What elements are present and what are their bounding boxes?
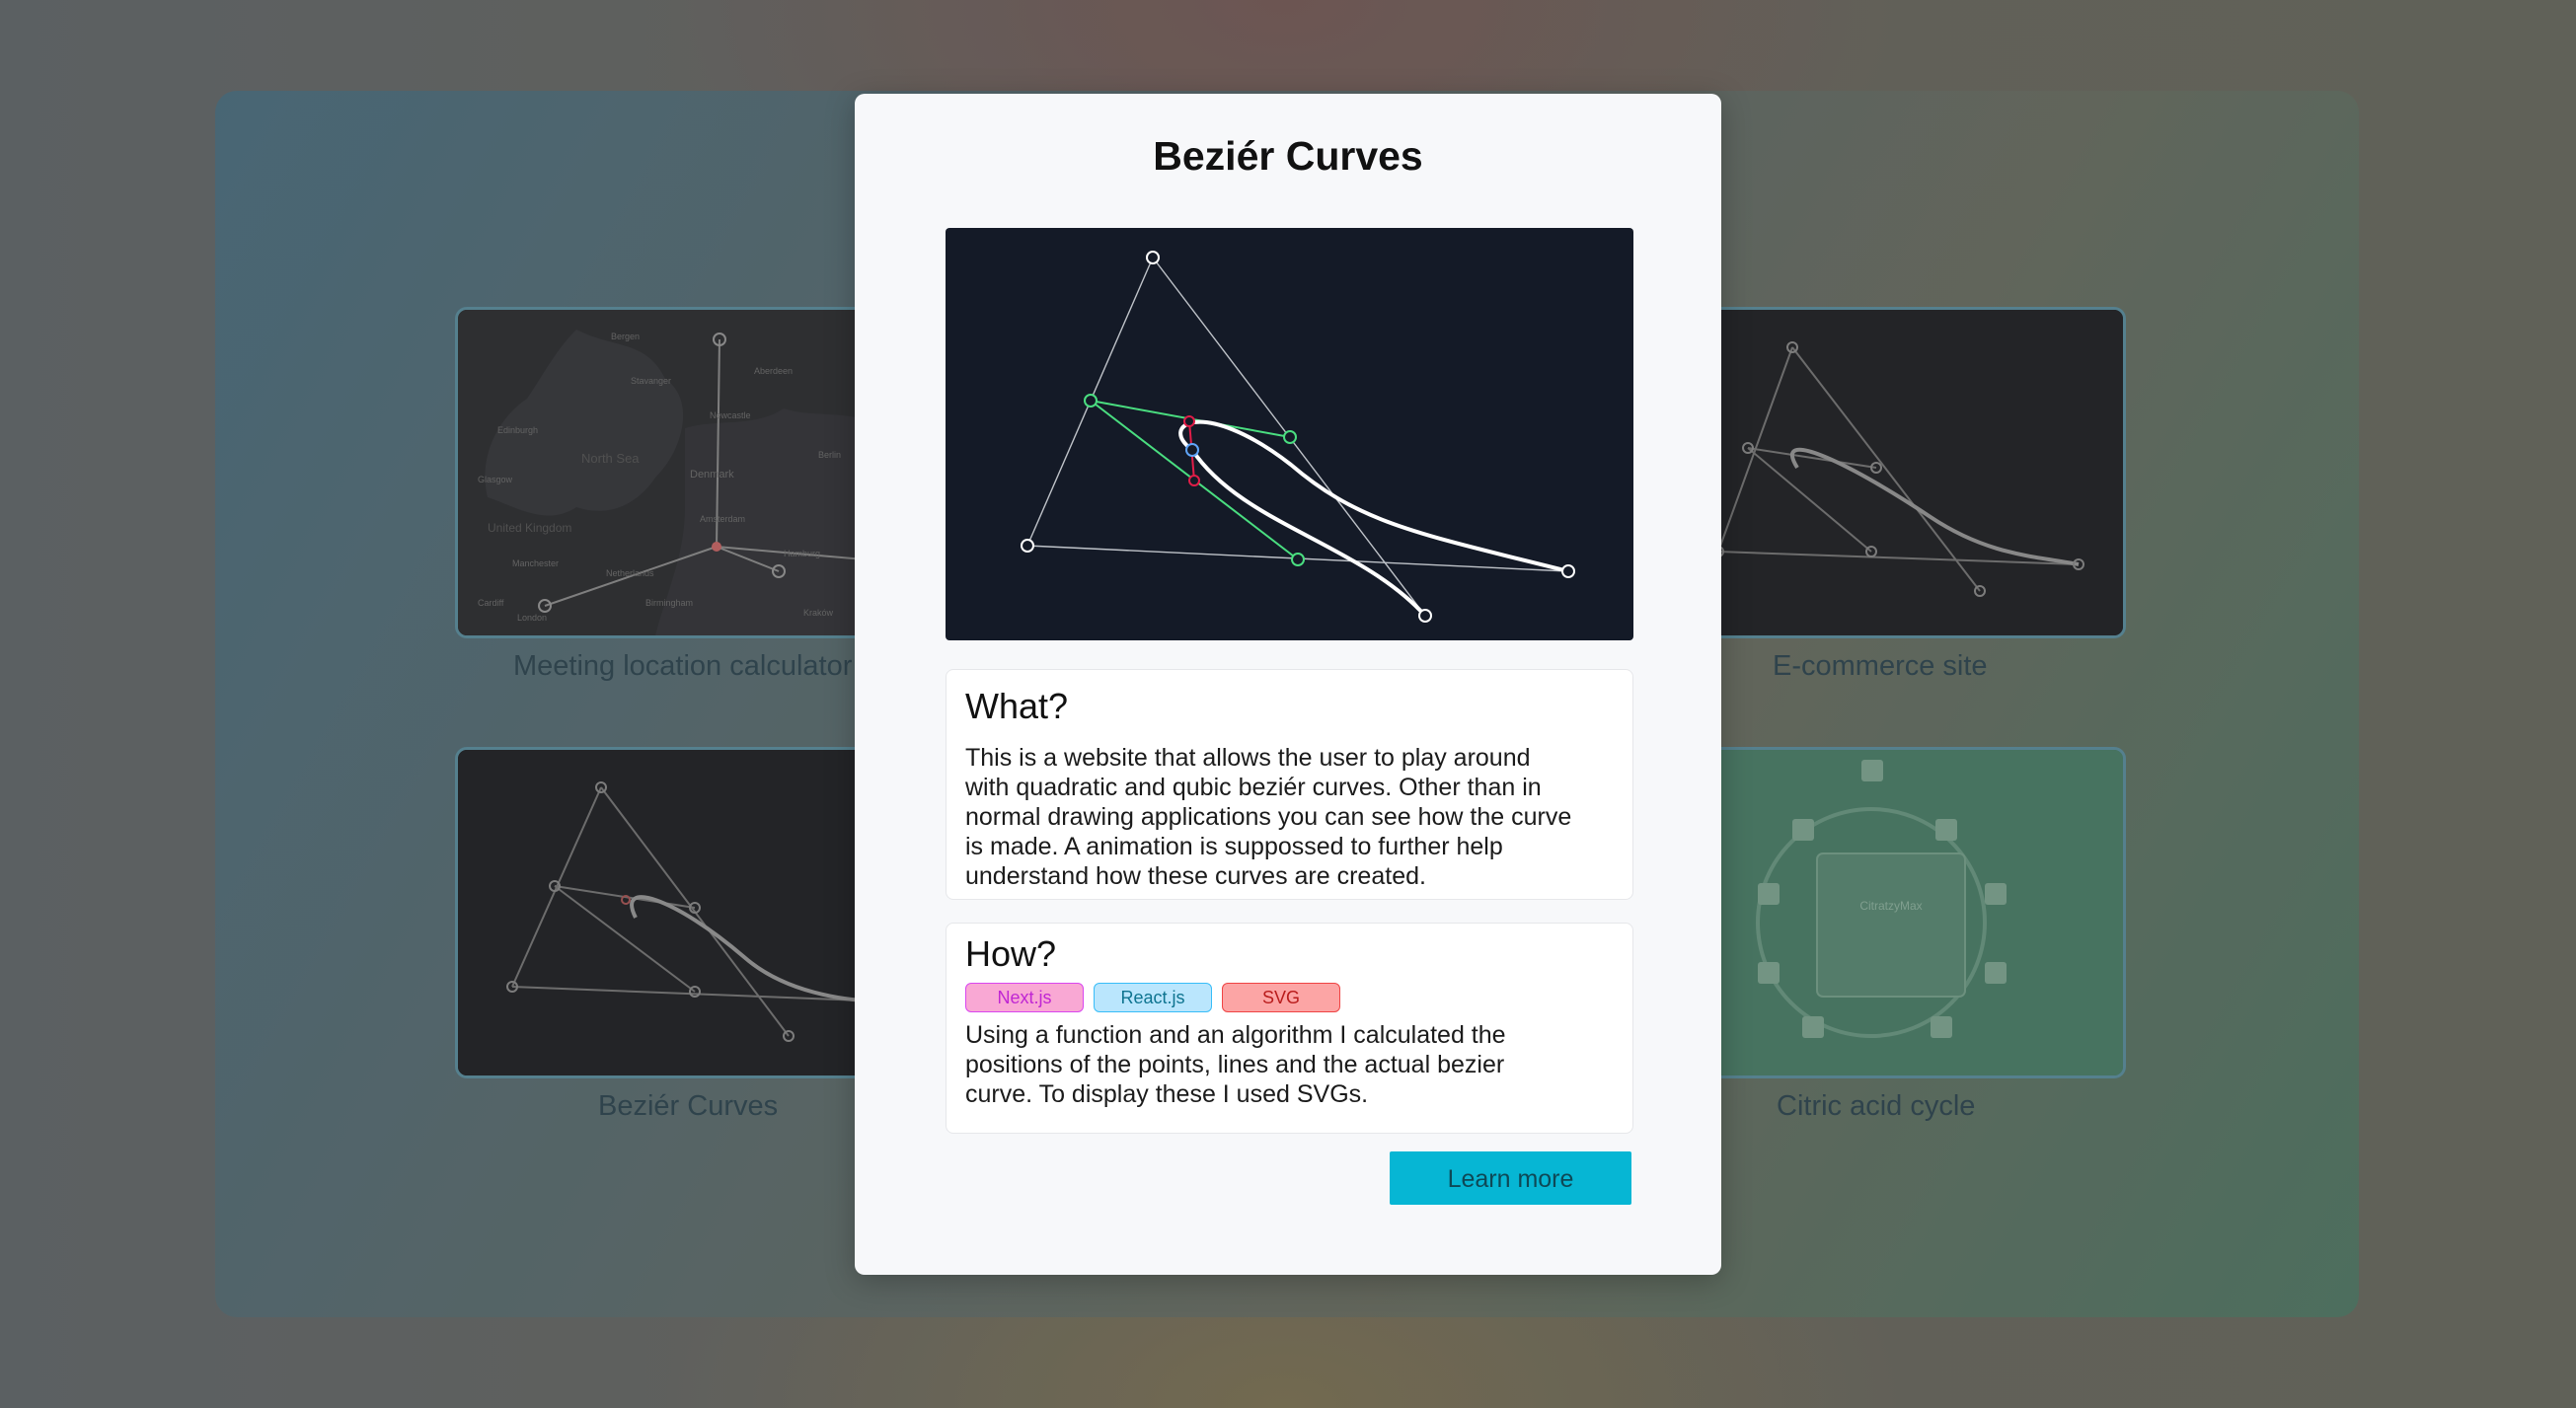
- learn-more-button[interactable]: Learn more: [1390, 1151, 1631, 1205]
- tech-tags: Next.js React.js SVG: [965, 983, 1340, 1012]
- what-line: This is a website that allows the user t…: [965, 744, 1531, 772]
- how-line: Using a function and an algorithm I calc…: [965, 1021, 1506, 1049]
- what-line: with quadratic and qubic beziér curves. …: [965, 774, 1542, 801]
- what-section: What? This is a website that allows the …: [946, 669, 1633, 900]
- how-section: How? Next.js React.js SVG Using a functi…: [946, 923, 1633, 1134]
- how-heading: How?: [965, 933, 1057, 974]
- project-detail-modal: Beziér Curves What? This is a website th…: [855, 94, 1721, 1275]
- project-preview: [946, 228, 1633, 640]
- what-line: normal drawing applications you can see …: [965, 803, 1572, 831]
- how-line: positions of the points, lines and the a…: [965, 1051, 1505, 1078]
- how-description: Using a function and an algorithm I calc…: [965, 1020, 1613, 1109]
- what-line: is made. A animation is suppossed to fur…: [965, 833, 1503, 860]
- tag-nextjs[interactable]: Next.js: [965, 983, 1084, 1012]
- modal-title: Beziér Curves: [1153, 133, 1423, 179]
- what-description: This is a website that allows the user t…: [965, 743, 1613, 891]
- how-line: curve. To display these I used SVGs.: [965, 1080, 1369, 1108]
- tag-svg[interactable]: SVG: [1222, 983, 1340, 1012]
- what-heading: What?: [965, 686, 1069, 726]
- what-line: understand how these curves are created.: [965, 862, 1426, 890]
- bezier-preview-canvas: [1021, 251, 1575, 623]
- tag-reactjs[interactable]: React.js: [1094, 983, 1212, 1012]
